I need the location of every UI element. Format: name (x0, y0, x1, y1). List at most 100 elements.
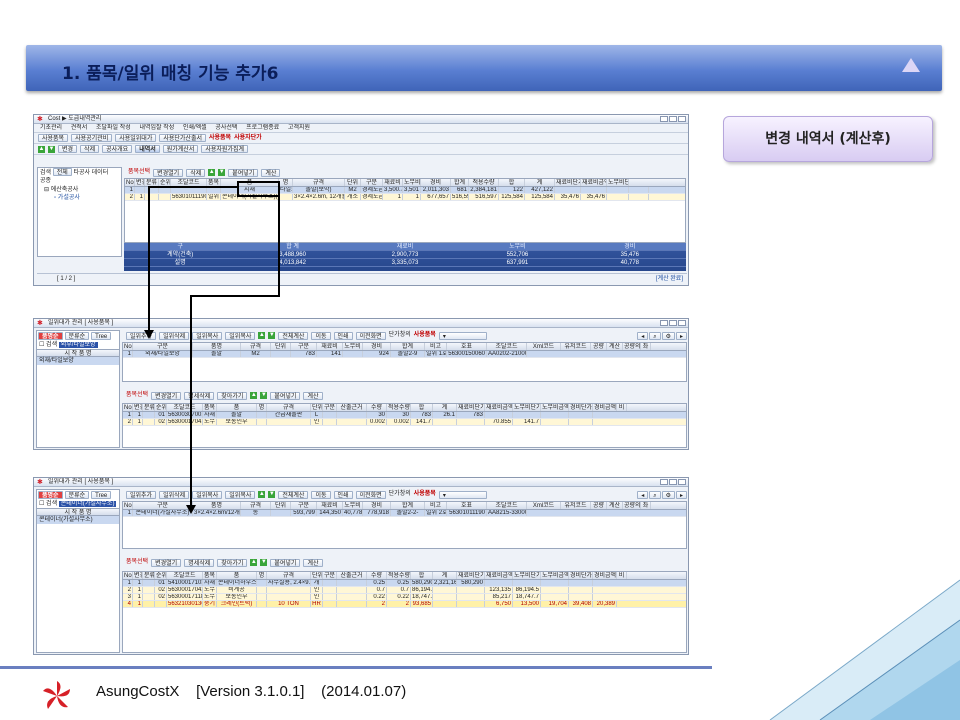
close-icon[interactable] (678, 479, 686, 485)
column-header[interactable]: 재료비금액 (581, 179, 607, 186)
minimize-icon[interactable] (660, 116, 668, 122)
close-icon[interactable] (678, 116, 686, 122)
column-header[interactable]: 품목 (203, 404, 217, 411)
column-header[interactable]: 적용수량 (387, 404, 411, 411)
column-header[interactable]: 변경 (135, 179, 145, 186)
column-header[interactable]: 비고 (425, 502, 447, 509)
calc-all-button[interactable]: 전체계산 (278, 331, 309, 340)
column-header[interactable]: 유저코드 (561, 502, 591, 509)
tab-statement[interactable]: 내역서 (135, 145, 160, 153)
table-row[interactable]: 1 콘테이너(가설사무소) 3×2.4×2.6m/12개월 동 593,799 144,3… (123, 510, 686, 517)
nav-icon[interactable]: ◂ (637, 331, 649, 340)
column-header[interactable]: 노무비금액 (541, 572, 569, 579)
print-button[interactable]: 인쇄 (333, 490, 353, 499)
detail-delete-button[interactable]: 명세삭제 (184, 391, 215, 400)
arrow-up-icon[interactable]: ▲ (250, 559, 258, 566)
column-header[interactable]: 공량 (591, 343, 607, 350)
nav-icon[interactable]: ◂ (637, 490, 649, 499)
arrow-up-icon[interactable]: ▲ (258, 491, 266, 498)
arrow-down-icon[interactable]: ▼ (260, 392, 268, 399)
column-header[interactable]: 규격 (241, 502, 271, 509)
column-header[interactable]: 경비단가 (569, 404, 593, 411)
table-row[interactable]: 1 1 01 56300307001 자재 돌발 간급재돌판 L 30 30 783 26.1 783 (123, 412, 686, 419)
column-header[interactable]: 좌 (641, 502, 651, 509)
delete-button[interactable]: 삭제 (80, 145, 100, 153)
detail-delete-button[interactable]: 명세삭제 (184, 558, 215, 567)
arrow-up-icon[interactable]: ▲ (258, 332, 266, 339)
item-select-button[interactable]: 품목선택 (128, 167, 150, 178)
column-header[interactable]: 품명 (193, 343, 241, 350)
column-header[interactable]: 산출근거 (337, 572, 367, 579)
column-header[interactable]: 구분 (361, 179, 383, 186)
table-row[interactable]: 2 1 02 56300017041 노무 보통인부 인 0.002 0.002 141.7 70.… (123, 419, 686, 426)
column-header[interactable]: 유저코드 (561, 343, 591, 350)
change-open-button[interactable]: 변경열기 (151, 391, 182, 400)
calc-all-button[interactable]: 전체계산 (278, 490, 309, 499)
user-price-flag[interactable]: 사용자단가 (234, 133, 262, 144)
table-row[interactable]: 210256300017042노무비계공인0.70.786,194.5123,1… (123, 587, 686, 594)
tab-cost-sheet[interactable]: 원가계산서 (162, 145, 199, 153)
arrow-up-icon[interactable]: ▲ (208, 169, 216, 176)
column-header[interactable]: 순위 (155, 572, 167, 579)
copy-unit-button-2[interactable]: 일위복사 (225, 331, 256, 340)
column-header[interactable]: No (123, 572, 133, 579)
table-row[interactable]: 2156301011190일위콘테이너(가설사무소)(강제)3×2.4×2.6m… (125, 194, 685, 201)
move-button[interactable]: 이동 (311, 490, 331, 499)
menu-item[interactable]: 기초관리 (40, 125, 62, 131)
tab-by-name[interactable]: 품명순 (38, 332, 63, 340)
column-header[interactable]: 호표 (447, 502, 487, 509)
column-header[interactable]: 노무비 (343, 343, 363, 350)
column-header[interactable]: 단위 (271, 502, 291, 509)
column-header[interactable]: 재료비금액 (485, 404, 513, 411)
calc-button[interactable]: 계산 (261, 168, 281, 177)
column-header[interactable]: 노무비단가 (513, 404, 541, 411)
tree-root[interactable]: ⊟ 에산축공사 (38, 186, 121, 194)
minimize-icon[interactable] (660, 320, 668, 326)
table-row[interactable]: 310256300017118노무보통인부인0.220.2218,747.785… (123, 594, 686, 601)
column-header[interactable]: 재료비 (383, 179, 403, 186)
maximize-icon[interactable] (669, 320, 677, 326)
column-header[interactable]: 경비 (363, 343, 391, 350)
column-header[interactable]: No (125, 179, 135, 186)
column-header[interactable]: 순위 (159, 179, 171, 186)
column-header[interactable]: 적용수량 (387, 572, 411, 579)
menu-item[interactable]: 조달파일 작성 (96, 125, 131, 131)
column-header[interactable]: 명 (279, 179, 293, 186)
menu-item[interactable]: 인쇄/엑셀 (183, 125, 207, 131)
column-header[interactable]: 계산 (607, 502, 623, 509)
table-row[interactable]: 11 0154100017103자재콘테이너하우스 사무실용, 2.4×9.0×2.… (123, 580, 686, 587)
column-header[interactable]: 경비금액 (593, 572, 617, 579)
change-open-button[interactable]: 변경열기 (153, 168, 184, 177)
column-header[interactable]: 단위 (271, 343, 291, 350)
column-header[interactable]: 경비단가 (569, 572, 593, 579)
menu-item[interactable]: 프로그램종료 (246, 125, 279, 131)
tree-child[interactable]: ▫ 가설공사 (38, 194, 121, 202)
column-header[interactable]: 합 (499, 179, 525, 186)
column-header[interactable]: No (123, 343, 133, 350)
item-select-button[interactable]: 품목선택 (126, 557, 148, 568)
column-header[interactable]: 분류 (143, 572, 155, 579)
column-header[interactable]: 조달코드 (487, 343, 527, 350)
used-overhead-button[interactable]: 사용공기관비 (71, 134, 113, 142)
column-header[interactable]: 비 (617, 572, 627, 579)
column-header[interactable]: 재료비단가 (457, 572, 485, 579)
change-open-button[interactable]: 변경열기 (151, 558, 182, 567)
calc-button[interactable]: 계산 (303, 391, 323, 400)
column-header[interactable]: 적용수량 (469, 179, 499, 186)
nav-icon[interactable]: ▸ (675, 331, 687, 340)
paste-button[interactable]: 붙여넣기 (270, 391, 301, 400)
column-header[interactable]: 노무비단가 (513, 572, 541, 579)
column-header[interactable]: 구분 (323, 572, 337, 579)
column-header[interactable]: 품 (217, 572, 257, 579)
gear-icon[interactable]: ⚙ (661, 331, 675, 340)
column-header[interactable]: 규격 (267, 572, 311, 579)
calc-button[interactable]: 계산 (303, 558, 323, 567)
filter-dropdown[interactable]: ▾ (438, 490, 487, 499)
used-price-calc-button[interactable]: 사용단가산출서 (159, 134, 206, 142)
column-header[interactable]: 변경 (133, 572, 143, 579)
column-header[interactable]: 변경 (133, 404, 143, 411)
column-header[interactable]: 재료비 (317, 502, 343, 509)
tab-by-class[interactable]: 분류순 (64, 491, 90, 499)
arrow-down-icon[interactable]: ▼ (48, 145, 55, 153)
filter-select[interactable]: 전체 (52, 168, 72, 176)
